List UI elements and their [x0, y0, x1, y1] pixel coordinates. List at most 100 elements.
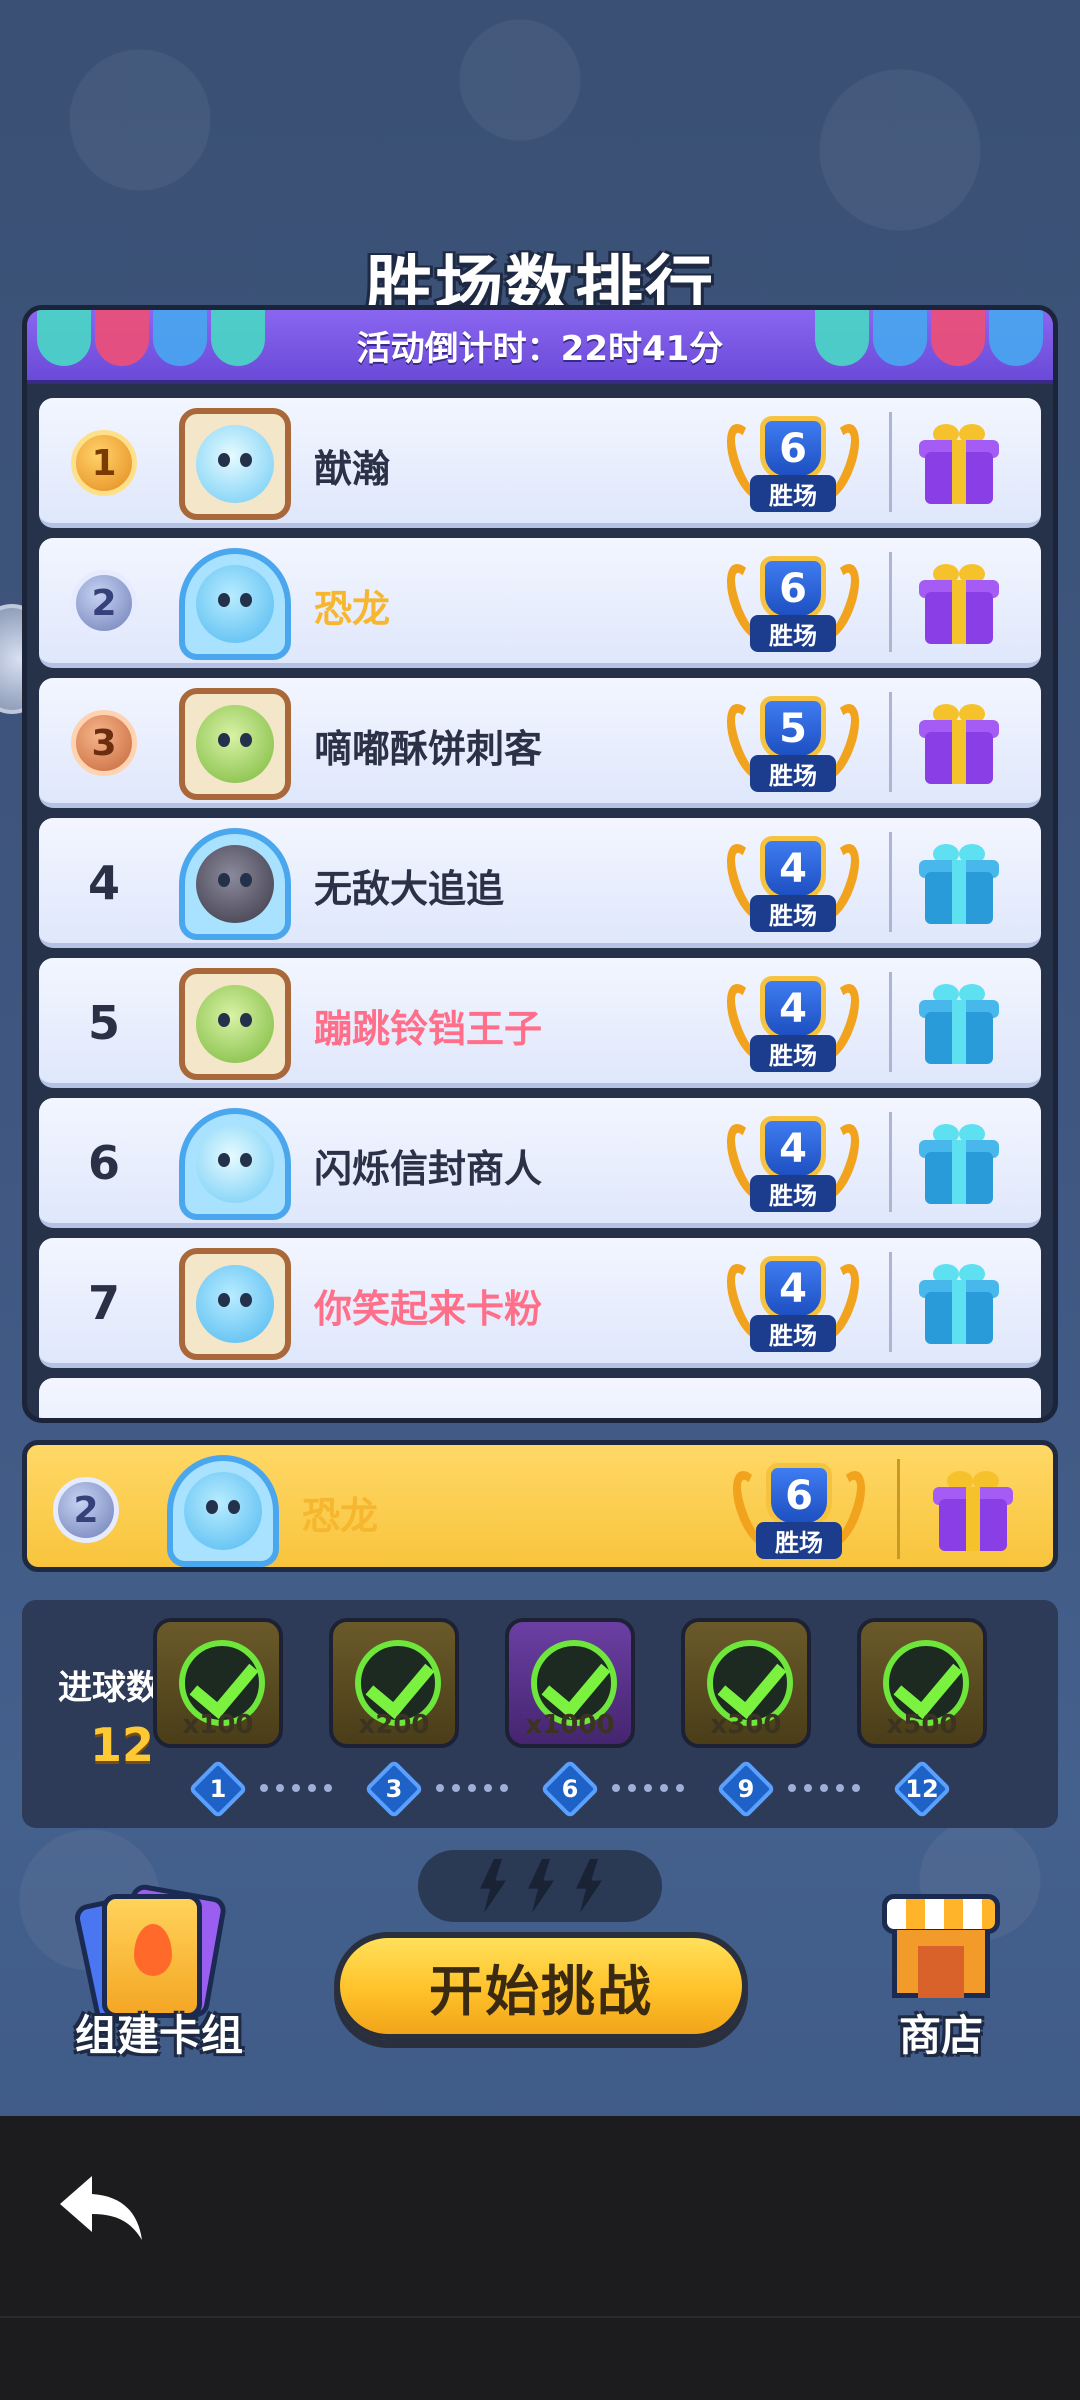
wins-label: 胜场 — [750, 475, 836, 512]
silver-medal-icon: 2 — [53, 1477, 119, 1543]
gift-icon[interactable] — [919, 984, 999, 1066]
reward-amount: x100 — [182, 1710, 254, 1740]
player-avatar[interactable] — [179, 1248, 291, 1360]
player-avatar[interactable] — [179, 408, 291, 520]
reward-amount: x500 — [886, 1710, 958, 1740]
wins-label: 胜场 — [750, 1175, 836, 1212]
my-rank-row[interactable]: 2 恐龙 6 胜场 — [22, 1440, 1058, 1572]
wins-count: 6 — [760, 416, 826, 481]
goal-reward[interactable]: x100 — [153, 1618, 283, 1748]
wins-count: 5 — [760, 696, 826, 761]
rank-number: 4 — [87, 856, 120, 910]
build-deck-button[interactable]: 组建卡组 — [64, 1882, 254, 2060]
divider — [889, 972, 892, 1072]
ranking-list[interactable]: 1 猷瀚 6 胜场 2 恐龙 6 胜场 3 嘀嘟酥饼刺客 5 胜场 4 无敌大追… — [39, 398, 1041, 1418]
goal-reward[interactable]: x300 — [681, 1618, 811, 1748]
player-avatar[interactable] — [179, 1108, 291, 1220]
bronze-medal-icon: 3 — [71, 710, 137, 776]
progress-dots — [436, 1784, 508, 1792]
ranking-row[interactable]: 7 你笑起来卡粉 4 胜场 — [39, 1238, 1041, 1368]
goal-reward[interactable]: x200 — [329, 1618, 459, 1748]
shop-awning-icon — [882, 1894, 1000, 1934]
my-player-name: 恐龙 — [302, 1494, 379, 1538]
gift-icon[interactable] — [919, 844, 999, 926]
event-banner: 活动倒计时：22时41分 — [27, 310, 1053, 384]
bunting-right — [815, 310, 1043, 370]
rank-number: 7 — [87, 1276, 120, 1330]
divider — [889, 832, 892, 932]
ranking-row[interactable]: 3 嘀嘟酥饼刺客 5 胜场 — [39, 678, 1041, 808]
gift-icon[interactable] — [919, 1124, 999, 1206]
milestone-marker: 12 — [892, 1759, 952, 1819]
ranking-row[interactable]: 4 无敌大追追 4 胜场 — [39, 818, 1041, 948]
rank: 5 — [59, 980, 149, 1066]
wins-count: 4 — [760, 1256, 826, 1321]
rank: 1 — [59, 420, 149, 506]
player-avatar[interactable] — [179, 828, 291, 940]
my-avatar[interactable] — [167, 1455, 279, 1567]
reward-amount: x1000 — [525, 1710, 615, 1740]
goal-reward[interactable]: x500 — [857, 1618, 987, 1748]
reward-amount: x200 — [358, 1710, 430, 1740]
wins-label: 胜场 — [750, 755, 836, 792]
bottom-navigation-bar — [0, 2116, 1080, 2400]
bunting-left — [37, 310, 265, 370]
player-name: 你笑起来卡粉 — [314, 1287, 543, 1331]
ranking-row[interactable]: 1 猷瀚 6 胜场 — [39, 398, 1041, 528]
wins-count: 6 — [760, 556, 826, 621]
goal-progress-panel: 进球数 12 x100 1 x200 3 x1000 6 x300 9 x500 12 — [22, 1600, 1058, 1828]
countdown-text: 活动倒计时：22时41分 — [356, 328, 724, 369]
back-arrow-icon[interactable] — [52, 2168, 148, 2248]
gift-icon[interactable] — [919, 424, 999, 506]
wins-count: 4 — [760, 836, 826, 901]
build-deck-label: 组建卡组 — [74, 2011, 243, 2060]
gift-icon[interactable] — [919, 1264, 999, 1346]
divider — [889, 1112, 892, 1212]
divider — [897, 1459, 900, 1559]
wins-label: 胜场 — [750, 895, 836, 932]
gift-icon[interactable] — [919, 704, 999, 786]
wins-label: 胜场 — [750, 1035, 836, 1072]
player-name: 蹦跳铃铛王子 — [314, 1007, 543, 1051]
wins-count: 4 — [760, 1116, 826, 1181]
goals-label: 进球数 — [58, 1668, 160, 1708]
player-avatar[interactable] — [179, 688, 291, 800]
wins-laurel-icon: 6 胜场 — [724, 1459, 874, 1563]
milestone-marker: 1 — [188, 1759, 248, 1819]
my-wins-label: 胜场 — [756, 1522, 842, 1559]
gift-icon[interactable] — [919, 564, 999, 646]
gift-icon[interactable] — [933, 1471, 1013, 1553]
my-wins-count: 6 — [766, 1463, 832, 1528]
rank: 4 — [59, 840, 149, 926]
wins-laurel-icon: 6 胜场 — [718, 552, 868, 656]
ranking-row[interactable]: 5 蹦跳铃铛王子 4 胜场 — [39, 958, 1041, 1088]
shop-button[interactable]: 商店 — [866, 1890, 1016, 2060]
rank: 2 — [59, 560, 149, 646]
rank: 3 — [59, 700, 149, 786]
ranking-row[interactable]: 6 闪烁信封商人 4 胜场 — [39, 1098, 1041, 1228]
divider — [889, 692, 892, 792]
player-avatar[interactable] — [179, 548, 291, 660]
lightning-bolt-icon — [480, 1859, 506, 1913]
goal-reward[interactable]: x1000 — [505, 1618, 635, 1748]
wins-laurel-icon: 6 胜场 — [718, 412, 868, 516]
shop-label: 商店 — [898, 2011, 983, 2060]
player-name: 闪烁信封商人 — [314, 1147, 543, 1191]
lightning-bolt-icon — [528, 1859, 554, 1913]
goals-count: 12 — [90, 1718, 155, 1772]
ranking-row[interactable]: 2 恐龙 6 胜场 — [39, 538, 1041, 668]
progress-dots — [788, 1784, 860, 1792]
gold-medal-icon: 1 — [71, 430, 137, 496]
rank: 7 — [59, 1260, 149, 1346]
player-name: 无敌大追追 — [314, 867, 505, 911]
progress-dots — [612, 1784, 684, 1792]
milestone-marker: 6 — [540, 1759, 600, 1819]
divider — [889, 412, 892, 512]
milestone-marker: 3 — [364, 1759, 424, 1819]
player-avatar[interactable] — [179, 968, 291, 1080]
start-challenge-button[interactable]: 开始挑战 — [334, 1932, 748, 2040]
my-rank: 2 — [41, 1467, 131, 1553]
wins-count: 4 — [760, 976, 826, 1041]
silver-medal-icon: 2 — [71, 570, 137, 636]
ranking-row-partial[interactable] — [39, 1378, 1041, 1418]
